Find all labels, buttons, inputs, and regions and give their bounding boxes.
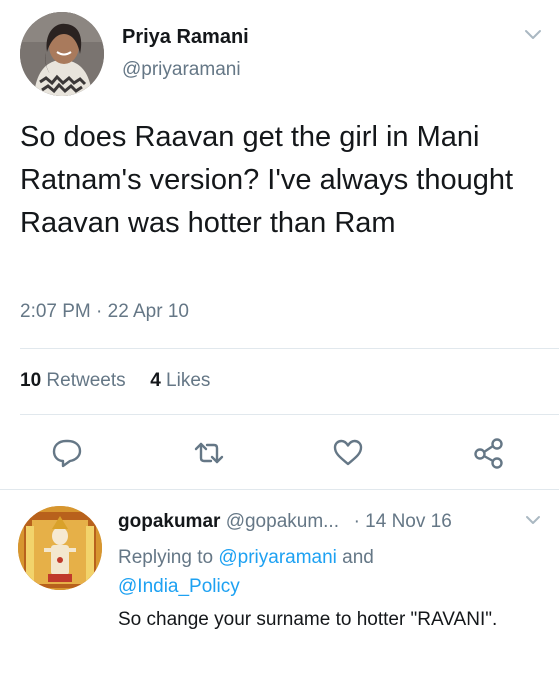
divider bbox=[20, 414, 559, 415]
retweets-label: Retweets bbox=[46, 370, 126, 391]
reply-date[interactable]: 14 Nov 16 bbox=[365, 511, 452, 532]
share-icon[interactable] bbox=[472, 436, 506, 470]
mention-link[interactable]: @India_Policy bbox=[118, 576, 240, 597]
tweet-timestamp[interactable]: 2:07 PM · 22 Apr 10 bbox=[20, 301, 189, 323]
author-handle[interactable]: @priyaramani bbox=[122, 59, 241, 81]
chevron-down-icon[interactable] bbox=[523, 27, 543, 41]
main-tweet: Priya Ramani @priyaramani So does Raavan… bbox=[0, 0, 559, 490]
reply-header: gopakumar @gopakum... · 14 Nov 16 bbox=[118, 511, 452, 533]
divider bbox=[20, 348, 559, 349]
replying-conjunction: and bbox=[342, 547, 374, 568]
replying-to: Replying to @priyaramani and @India_Poli… bbox=[118, 543, 538, 601]
like-icon[interactable] bbox=[331, 436, 365, 470]
reply-author-name[interactable]: gopakumar bbox=[118, 511, 220, 532]
reply-icon[interactable] bbox=[50, 436, 84, 470]
reply-separator: · bbox=[353, 511, 360, 532]
divider bbox=[0, 489, 559, 490]
retweets-stat[interactable]: 10 Retweets bbox=[20, 370, 126, 391]
chevron-down-icon[interactable] bbox=[524, 514, 542, 526]
reply-text: So change your surname to hotter "RAVANI… bbox=[118, 609, 498, 630]
likes-count: 4 bbox=[150, 370, 161, 391]
reply-author-avatar[interactable] bbox=[18, 506, 102, 590]
avatar-image bbox=[18, 506, 102, 590]
avatar-image bbox=[20, 12, 104, 96]
author-avatar[interactable] bbox=[20, 12, 104, 96]
mention-link[interactable]: @priyaramani bbox=[218, 547, 337, 568]
author-name[interactable]: Priya Ramani bbox=[122, 26, 249, 49]
tweet-text: So does Raavan get the girl in Mani Ratn… bbox=[20, 121, 514, 239]
reply-author-handle[interactable]: @gopakum... bbox=[226, 511, 339, 532]
tweet-stats: 10 Retweets 4 Likes bbox=[20, 370, 210, 392]
replying-prefix: Replying to bbox=[118, 547, 214, 568]
retweets-count: 10 bbox=[20, 370, 42, 391]
likes-stat[interactable]: 4 Likes bbox=[150, 370, 210, 391]
likes-label: Likes bbox=[166, 370, 211, 391]
retweet-icon[interactable] bbox=[192, 436, 226, 470]
